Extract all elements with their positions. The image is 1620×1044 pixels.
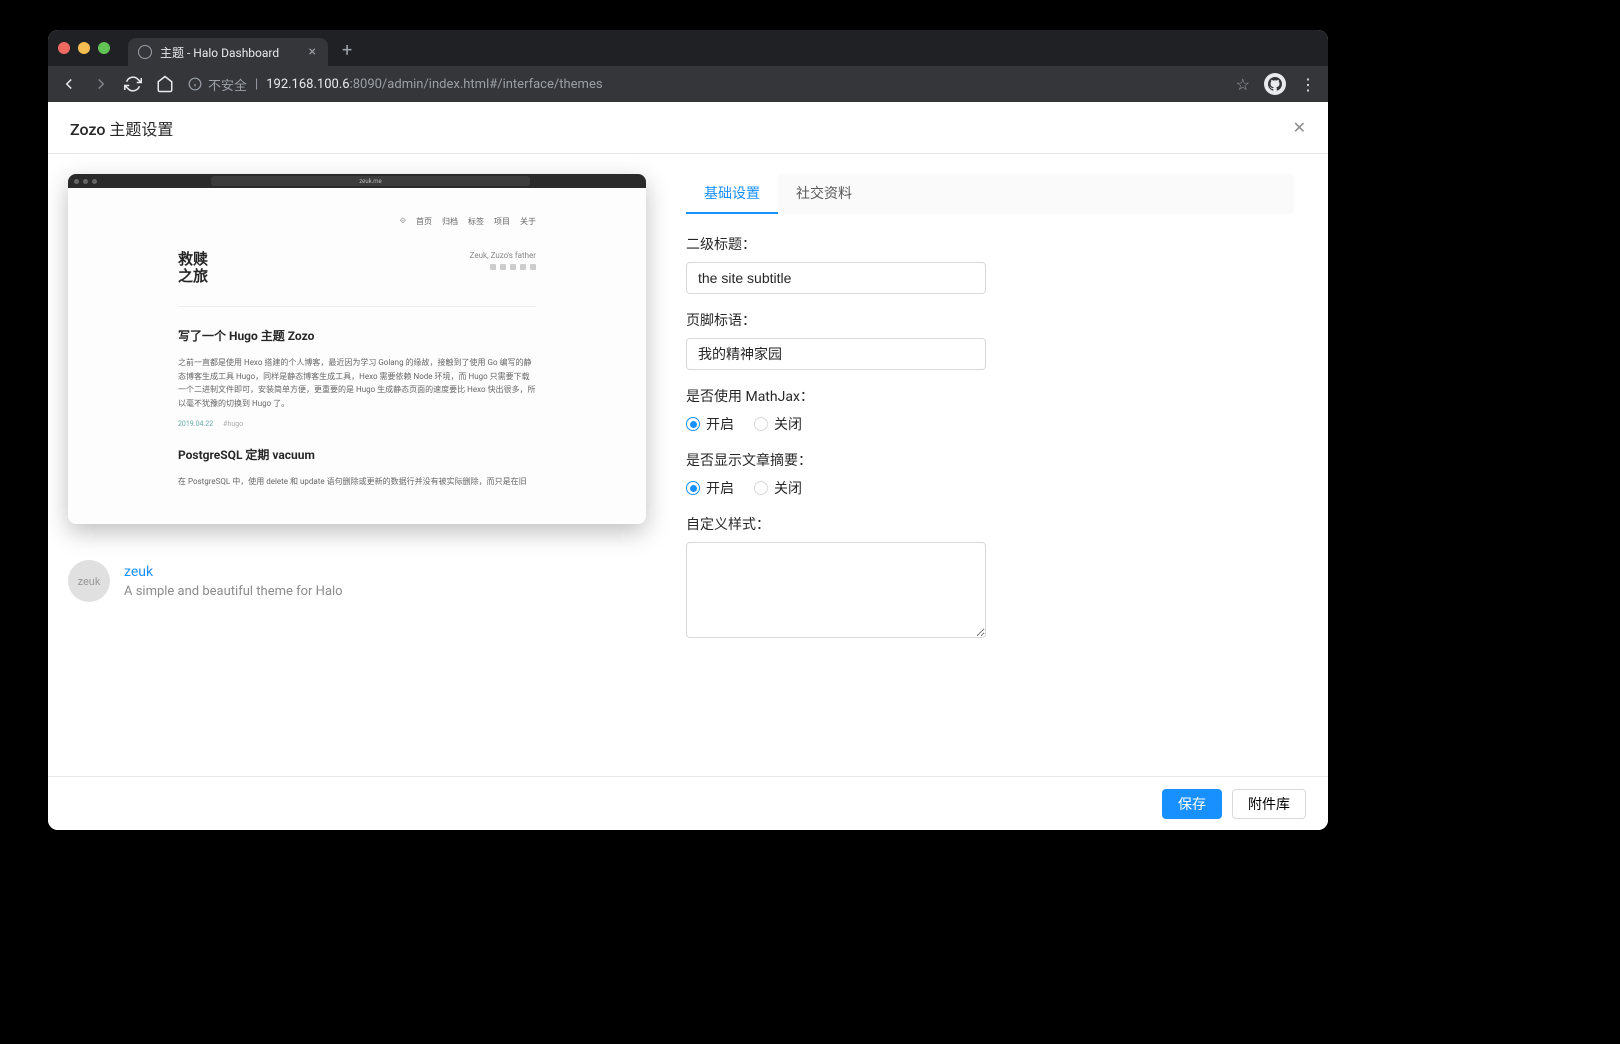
window-maximize-icon[interactable] — [98, 42, 110, 54]
forward-button — [92, 75, 110, 93]
mathjax-off-radio[interactable]: 关闭 — [754, 414, 802, 434]
info-icon — [188, 77, 202, 91]
tab-basic-settings[interactable]: 基础设置 — [686, 174, 778, 214]
custom-css-label: 自定义样式： — [686, 514, 986, 534]
preview-post-body: 在 PostgreSQL 中，使用 delete 和 update 语句删除或更… — [178, 475, 536, 489]
profile-avatar[interactable] — [1264, 73, 1286, 95]
window-controls[interactable] — [58, 42, 110, 54]
settings-tabs: 基础设置 社交资料 — [686, 174, 1294, 214]
summary-on-radio[interactable]: 开启 — [686, 478, 734, 498]
attachments-button[interactable]: 附件库 — [1232, 789, 1306, 819]
close-tab-icon[interactable]: × — [309, 44, 316, 60]
summary-label: 是否显示文章摘要： — [686, 450, 986, 470]
author-name-link[interactable]: zeuk — [124, 564, 343, 580]
security-label: 不安全 — [208, 75, 247, 94]
preview-post-title: 写了一个 Hugo 主题 Zozo — [178, 327, 536, 344]
radio-icon — [686, 417, 700, 431]
preview-post-title: PostgreSQL 定期 vacuum — [178, 446, 536, 463]
theme-preview: zeuk.me ⟐ 首页 归档 标签 项目 关于 — [68, 174, 646, 524]
menu-icon[interactable]: ⋮ — [1300, 75, 1316, 94]
close-icon[interactable]: ✕ — [1293, 118, 1306, 137]
new-tab-button[interactable]: + — [342, 40, 352, 61]
preview-logo: 救赎 之旅 — [178, 251, 208, 284]
author-avatar: zeuk — [68, 560, 110, 602]
summary-off-radio[interactable]: 关闭 — [754, 478, 802, 498]
bookmark-icon[interactable]: ☆ — [1236, 75, 1250, 94]
address-bar[interactable]: 不安全 | 192.168.100.6:8090/admin/index.htm… — [188, 75, 1222, 94]
save-button[interactable]: 保存 — [1162, 789, 1222, 819]
reload-button[interactable] — [124, 75, 142, 93]
window-close-icon[interactable] — [58, 42, 70, 54]
home-button[interactable] — [156, 75, 174, 93]
author-info: zeuk zeuk A simple and beautiful theme f… — [68, 560, 646, 602]
preview-url: zeuk.me — [359, 178, 382, 185]
preview-tagline: Zeuk, Zuzo's father — [470, 251, 536, 260]
browser-toolbar: 不安全 | 192.168.100.6:8090/admin/index.htm… — [48, 66, 1328, 102]
custom-css-textarea[interactable] — [686, 542, 986, 638]
browser-tab-bar: 主题 - Halo Dashboard × + — [48, 30, 1328, 66]
window-minimize-icon[interactable] — [78, 42, 90, 54]
footer-label: 页脚标语： — [686, 310, 986, 330]
radio-icon — [754, 417, 768, 431]
subtitle-label: 二级标题： — [686, 234, 986, 254]
radio-icon — [754, 481, 768, 495]
url-text: 192.168.100.6:8090/admin/index.html#/int… — [266, 77, 602, 92]
globe-icon — [138, 45, 152, 59]
mathjax-label: 是否使用 MathJax： — [686, 386, 986, 406]
footer-input[interactable] — [686, 338, 986, 370]
subtitle-input[interactable] — [686, 262, 986, 294]
mathjax-on-radio[interactable]: 开启 — [686, 414, 734, 434]
page-title: Zozo 主题设置 — [70, 116, 173, 140]
back-button[interactable] — [60, 75, 78, 93]
preview-post-body: 之前一直都是使用 Hexo 搭建的个人博客，最近因为学习 Golang 的缘故，… — [178, 356, 536, 410]
browser-tab[interactable]: 主题 - Halo Dashboard × — [128, 38, 328, 66]
theme-description: A simple and beautiful theme for Halo — [124, 584, 343, 599]
tab-social[interactable]: 社交资料 — [778, 174, 870, 214]
tab-title: 主题 - Halo Dashboard — [160, 44, 279, 61]
modal-footer: 保存 附件库 — [48, 776, 1328, 830]
preview-nav: ⟐ 首页 归档 标签 项目 关于 — [178, 216, 536, 227]
modal-header: Zozo 主题设置 ✕ — [48, 102, 1328, 154]
radio-icon — [686, 481, 700, 495]
